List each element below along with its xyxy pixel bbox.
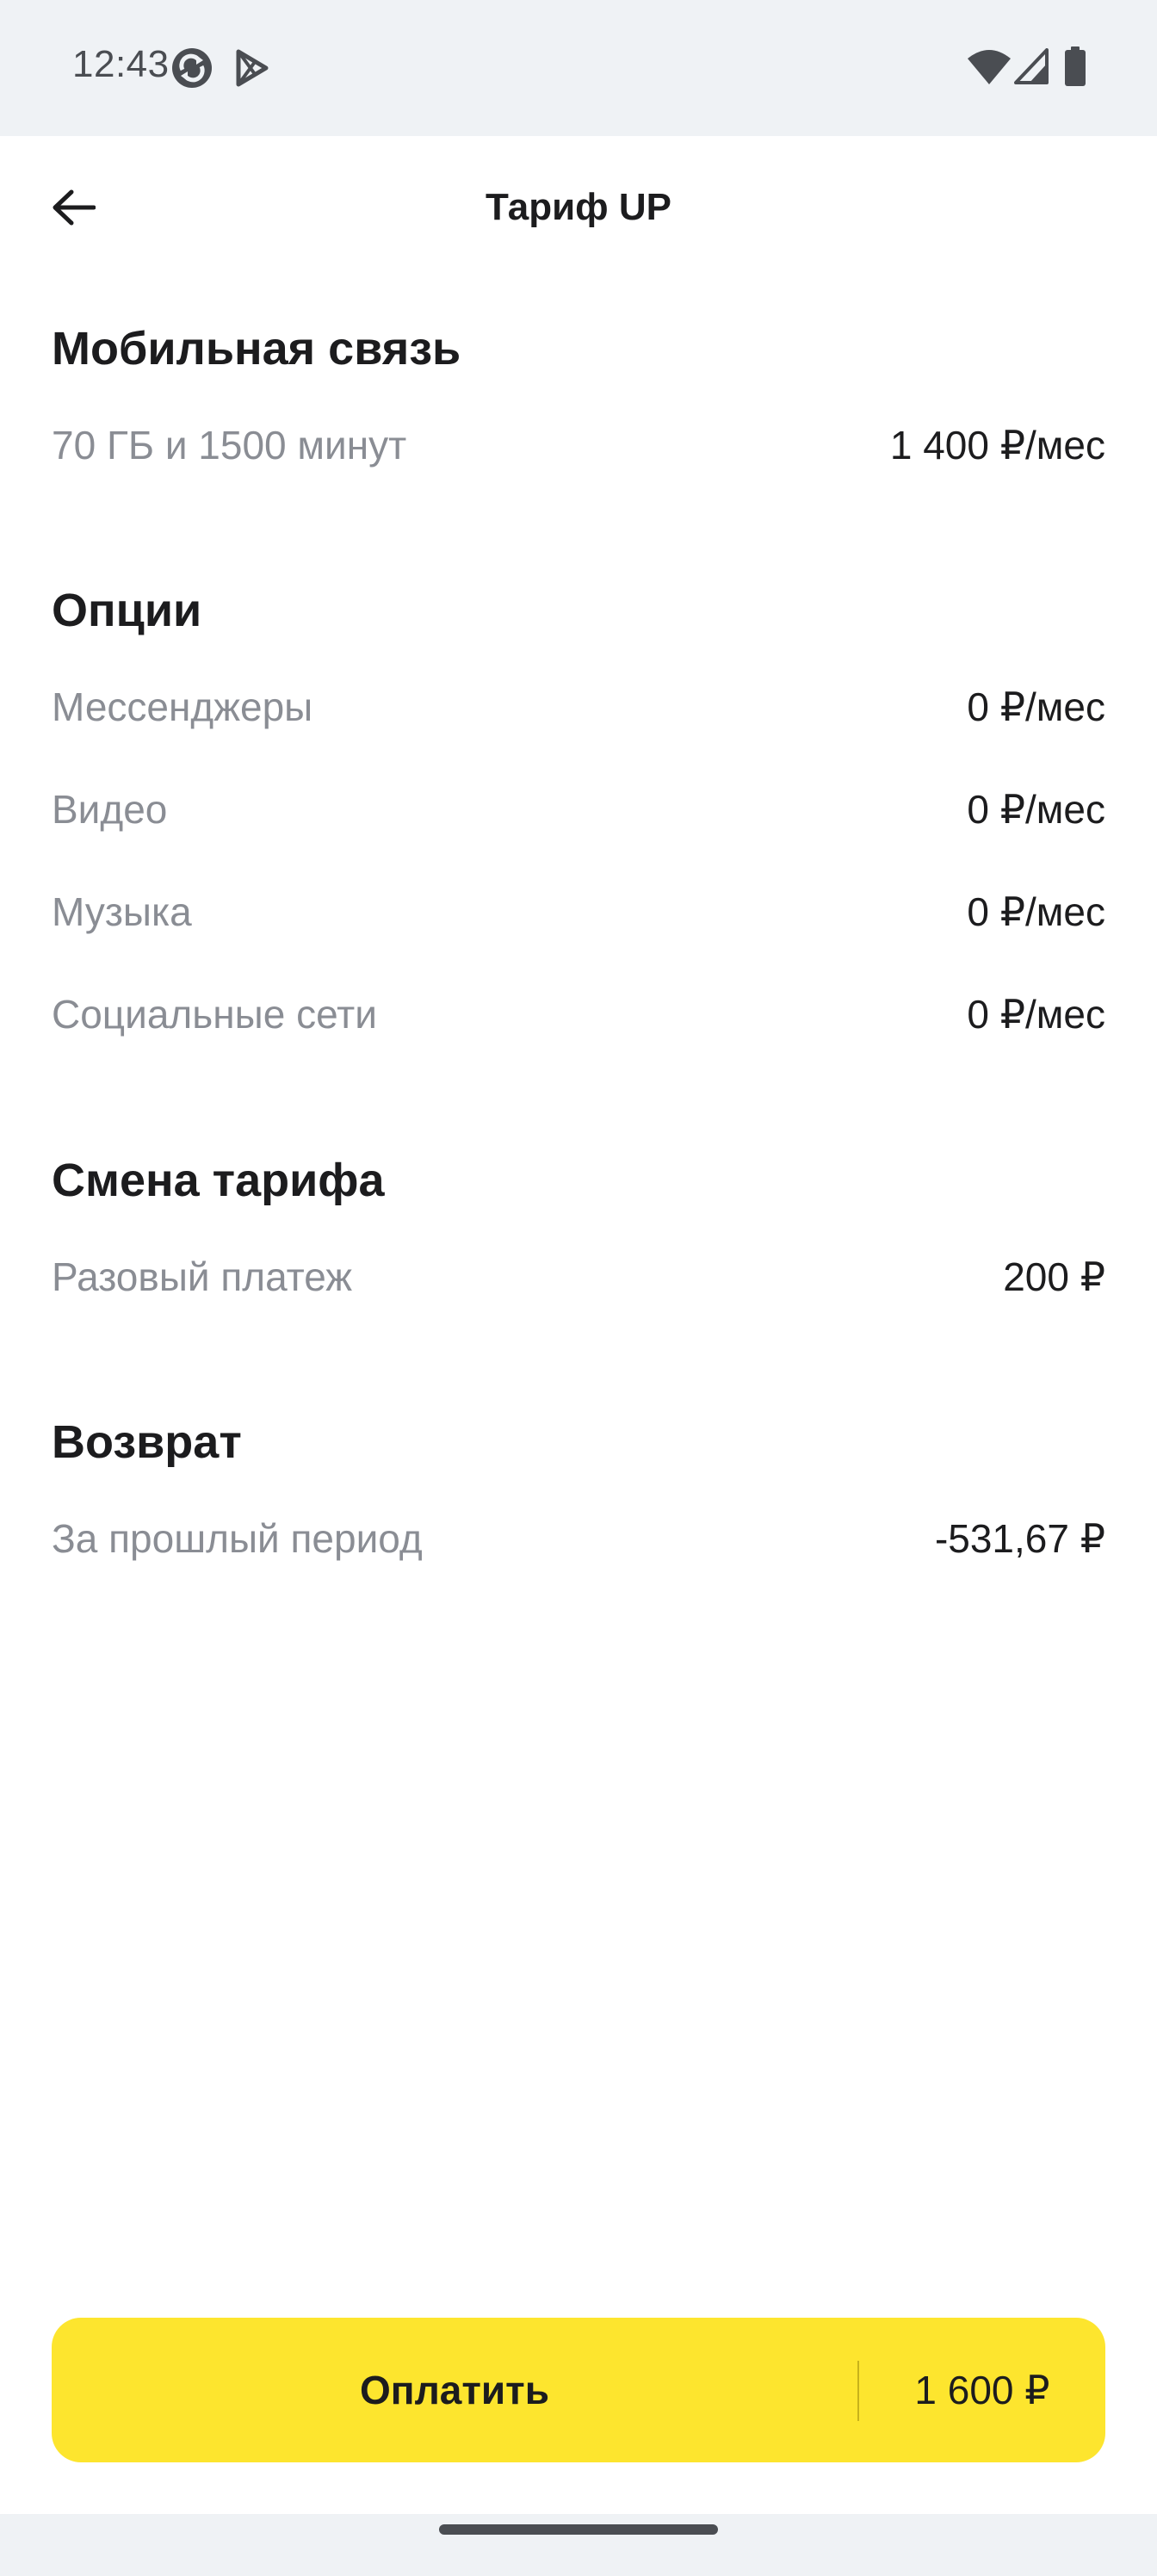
home-indicator[interactable]: [439, 2524, 718, 2535]
row-value: 0 ₽/мес: [967, 992, 1105, 1037]
app-bar: Тариф UP: [0, 136, 1157, 282]
list-item-mobile-plan: 70 ГБ и 1500 минут 1 400 ₽/мес: [52, 422, 1105, 482]
status-bar: 12:43: [0, 0, 1157, 136]
list-item-option: Мессенджеры 0 ₽/мес: [52, 684, 1105, 744]
section-title-mobile: Мобильная связь: [52, 323, 461, 375]
row-value: 0 ₽/мес: [967, 787, 1105, 832]
section-title-options: Опции: [52, 585, 202, 636]
navigation-bar: [0, 2514, 1157, 2576]
row-label: Музыка: [52, 889, 192, 934]
pay-button[interactable]: Оплатить 1 600 ₽: [52, 2318, 1105, 2462]
row-label: Разовый платеж: [52, 1254, 353, 1299]
row-value: 200 ₽: [1003, 1254, 1105, 1299]
battery-icon: [1064, 46, 1086, 86]
row-value: 1 400 ₽/мес: [889, 423, 1105, 468]
pay-button-amount: 1 600 ₽: [914, 2368, 1050, 2412]
sync-notification-icon: [170, 46, 213, 90]
row-label: Мессенджеры: [52, 684, 313, 729]
list-item-option: Музыка 0 ₽/мес: [52, 889, 1105, 949]
row-value: 0 ₽/мес: [967, 684, 1105, 729]
list-item-refund: За прошлый период -531,67 ₽: [52, 1515, 1105, 1576]
row-label: Видео: [52, 787, 168, 832]
pay-button-label: Оплатить: [360, 2368, 549, 2412]
section-title-tariff-change: Смена тарифа: [52, 1155, 385, 1206]
row-label: 70 ГБ и 1500 минут: [52, 423, 407, 468]
row-value: 0 ₽/мес: [967, 889, 1105, 934]
list-item-option: Видео 0 ₽/мес: [52, 786, 1105, 846]
row-label: Социальные сети: [52, 992, 377, 1037]
section-title-refund: Возврат: [52, 1416, 242, 1468]
status-time: 12:43: [72, 43, 170, 85]
play-store-notification-icon: [234, 48, 270, 88]
list-item-option: Социальные сети 0 ₽/мес: [52, 991, 1105, 1051]
row-value: -531,67 ₽: [934, 1516, 1105, 1561]
wifi-icon: [968, 48, 1011, 84]
row-label: За прошлый период: [52, 1516, 423, 1561]
cellular-signal-icon: [1014, 48, 1049, 84]
list-item-one-time-payment: Разовый платеж 200 ₽: [52, 1254, 1105, 1314]
page-title: Тариф UP: [485, 186, 672, 228]
